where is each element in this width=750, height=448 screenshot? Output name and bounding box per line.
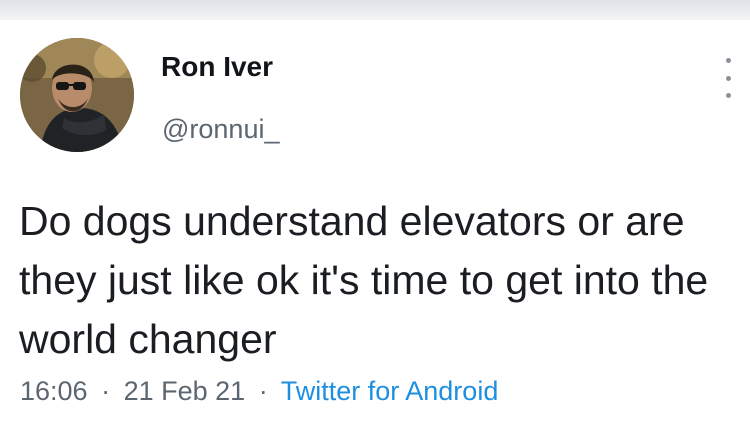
meta-separator: · [258, 376, 268, 406]
tweet-time[interactable]: 16:06 [20, 376, 88, 406]
more-vertical-icon [725, 75, 731, 81]
tweet-meta: 16:06 · 21 Feb 21 · Twitter for Android [20, 376, 498, 407]
display-name[interactable]: Ron Iver [161, 51, 273, 83]
user-handle[interactable]: @ronnui_ [162, 114, 279, 145]
more-vertical-icon [725, 58, 731, 63]
more-vertical-icon [725, 93, 731, 98]
avatar-photo [20, 38, 134, 152]
meta-separator: · [101, 376, 111, 406]
top-strip [0, 0, 750, 20]
tweet-date[interactable]: 21 Feb 21 [124, 376, 246, 406]
avatar[interactable] [20, 38, 134, 152]
tweet-client-link[interactable]: Twitter for Android [281, 376, 499, 406]
tweet-text: Do dogs understand elevators or are they… [19, 198, 709, 362]
tweet-card: Ron Iver @ronnui_ Do dogs understand ele… [0, 20, 750, 448]
more-options-button[interactable] [720, 58, 736, 98]
